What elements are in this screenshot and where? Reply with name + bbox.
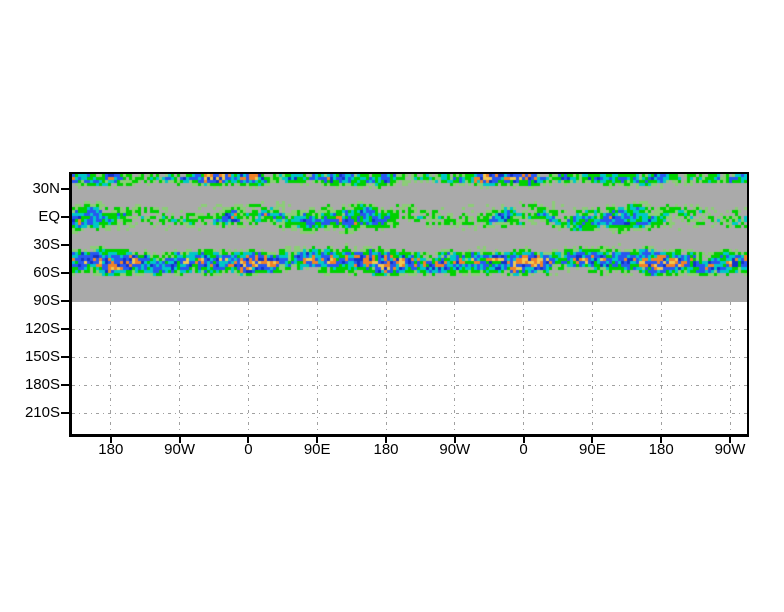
y-tick-mark [61,411,69,414]
x-tick-mark [591,437,594,443]
y-tick-mark [61,272,69,274]
y-tick-label: 150S [24,347,60,365]
x-tick-label: 90W [714,441,746,458]
x-tick-label: 90E [579,441,606,458]
y-tick-mark [61,383,69,386]
x-tick-label: 90E [303,441,331,458]
x-tick-label: 180 [648,441,674,458]
x-tick-mark [316,437,319,443]
y-tick-label: 30S [33,236,60,254]
x-tick-label: 180 [98,441,124,458]
x-tick-mark [660,437,663,443]
vertical-gridline [523,302,525,434]
vertical-gridline [454,302,456,434]
vertical-gridline [591,302,593,434]
y-tick-label: 90S [33,291,60,309]
horizontal-gridline [72,384,747,386]
y-tick-label: 210S [24,403,60,421]
y-tick-mark [61,355,69,358]
y-tick-label: EQ [38,208,60,226]
x-tick-mark [178,437,181,443]
y-tick-mark [61,244,69,247]
vertical-gridline [385,302,387,434]
x-tick-mark [453,437,456,443]
y-tick-mark [61,188,69,191]
x-tick-mark [729,437,731,443]
x-tick-label: 180 [373,441,399,458]
x-tick-label: 90W [439,441,471,458]
y-tick-mark [61,327,69,330]
y-tick-label: 120S [24,319,60,337]
plot-border-bottom [69,434,749,437]
horizontal-gridline [72,356,747,358]
plot-border-right [747,172,749,437]
vertical-gridline [110,302,112,434]
y-tick-label: 180S [24,375,60,393]
y-tick-mark [61,216,69,219]
y-tick-label: 30N [32,180,60,198]
x-tick-label: 0 [519,441,528,458]
horizontal-gridline [72,412,747,414]
x-tick-mark [109,437,112,443]
vertical-gridline [660,302,662,434]
vertical-gridline [316,302,318,434]
vertical-gridline [729,302,731,434]
y-tick-mark [61,299,69,302]
x-tick-label: 0 [244,441,253,458]
heatmap-canvas [72,174,747,302]
x-tick-mark [247,437,250,443]
horizontal-gridline [72,328,747,330]
vertical-gridline [247,302,249,434]
figure: 30N EQ 30S 60S 90S 120S 150S 180S 210S 180 90W 0 90E… [0,0,784,612]
y-tick-label: 60S [33,264,60,281]
vertical-gridline [179,302,181,434]
x-tick-label: 90W [164,441,196,458]
x-tick-mark [385,437,387,443]
x-tick-mark [522,437,525,443]
